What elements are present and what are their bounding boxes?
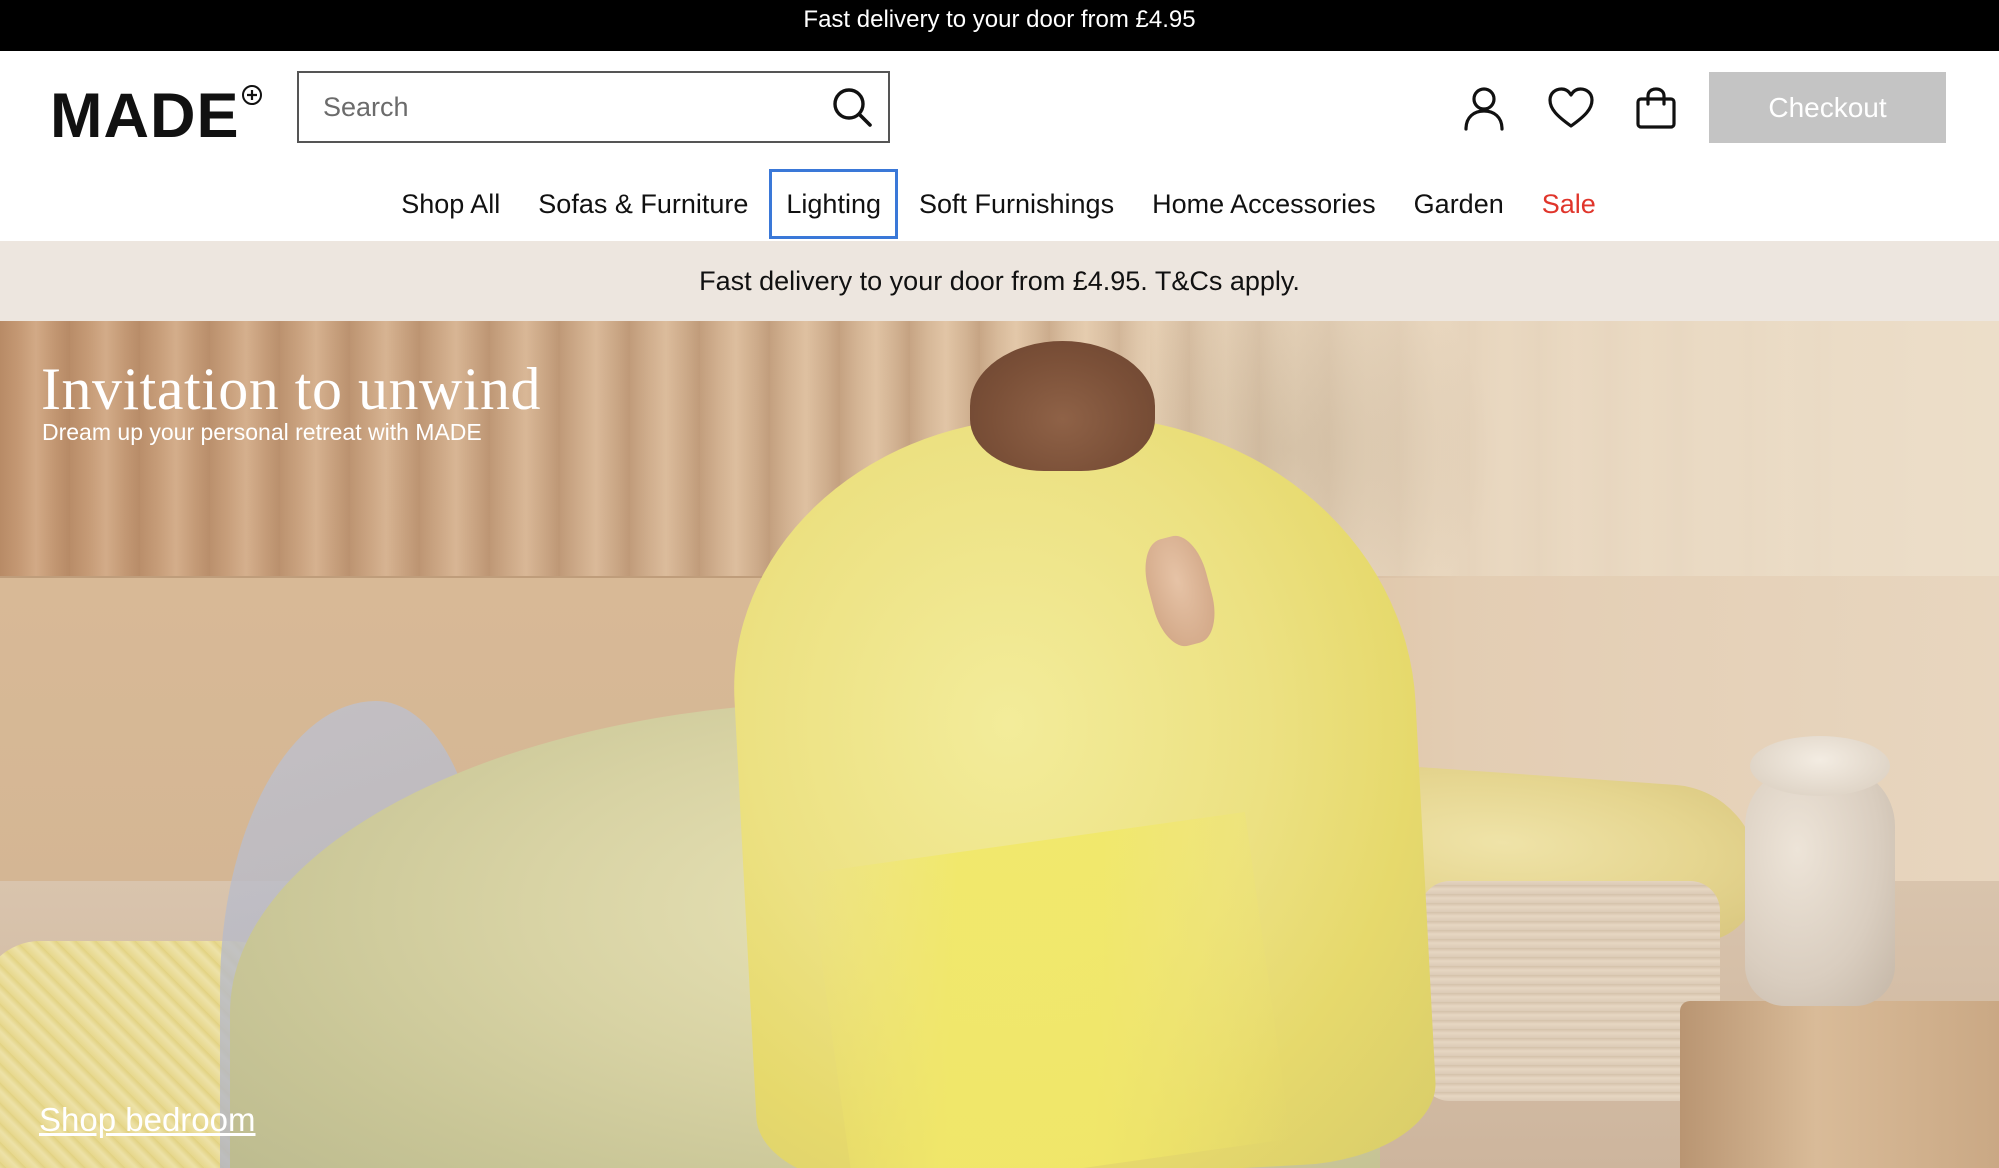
plus-icon [246,90,257,100]
checkout-button[interactable]: Checkout [1709,72,1946,143]
wishlist-button[interactable] [1545,82,1597,134]
user-icon [1464,87,1504,131]
bag-button[interactable] [1630,82,1682,134]
hero-image-person-head [970,341,1155,471]
search-button[interactable] [828,83,876,131]
shop-bedroom-link[interactable]: Shop bedroom [39,1101,255,1139]
shopping-bag-icon [1636,87,1676,129]
heart-icon [1548,87,1594,128]
hero-title: Invitation to unwind [41,356,541,422]
logo[interactable]: MADE [50,81,262,151]
nav-item-garden[interactable]: Garden [1397,169,1521,239]
nav-item-lighting[interactable]: Lighting [769,169,898,239]
hero-image-nightstand [1680,1001,1999,1168]
search-icon [833,88,872,127]
registered-mark-icon [241,85,262,105]
site-header: MADE Checkout [0,51,1999,241]
delivery-banner[interactable]: Fast delivery to your door from £4.95. T… [0,241,1999,321]
search-box [297,71,890,143]
hero-image-blanket-stripe [809,811,1291,1168]
account-button[interactable] [1458,82,1510,134]
delivery-banner-text: Fast delivery to your door from £4.95. T… [699,265,1300,296]
logo-text: MADE [50,81,240,151]
nav-item-sale[interactable]: Sale [1525,169,1613,239]
announcement-bar: Fast delivery to your door from £4.95 [0,0,1999,51]
nav-item-sofas-furniture[interactable]: Sofas & Furniture [521,169,765,239]
hero-banner[interactable]: Invitation to unwind Dream up your perso… [0,321,1999,1168]
search-input[interactable] [299,76,805,138]
hero-subtitle: Dream up your personal retreat with MADE [42,419,482,445]
hero-image-knit-blanket [1420,881,1720,1101]
nav-item-soft-furnishings[interactable]: Soft Furnishings [902,169,1131,239]
nav-list: Shop All Sofas & Furniture Lighting Soft… [382,169,1615,239]
nav-item-shop-all[interactable]: Shop All [384,169,517,239]
hero-image-vase [1745,766,1895,1006]
nav-item-home-accessories[interactable]: Home Accessories [1135,169,1393,239]
main-nav: Shop All Sofas & Furniture Lighting Soft… [0,169,1999,239]
hero-image-vase-top [1750,736,1890,796]
announcement-text: Fast delivery to your door from £4.95 [803,5,1196,33]
